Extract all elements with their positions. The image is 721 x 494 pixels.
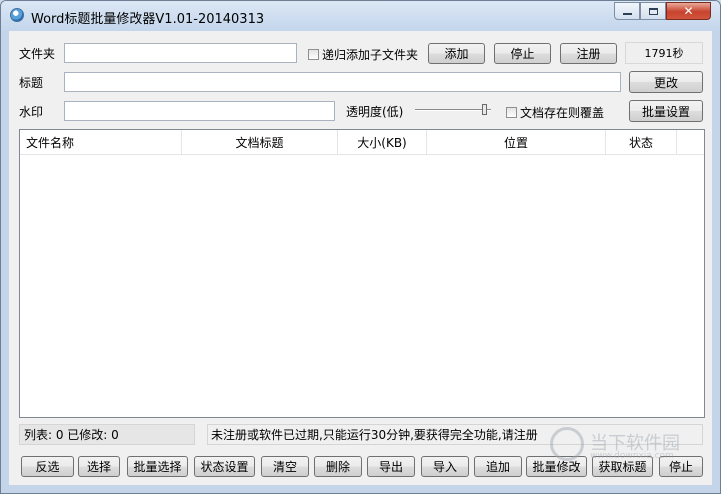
registration-message: 未注册或软件已过期,只能运行30分钟,要获得完全功能,请注册 (207, 424, 703, 445)
change-button[interactable]: 更改 (629, 71, 703, 93)
list-count-status: 列表: 0 已修改: 0 (19, 424, 195, 445)
append-button[interactable]: 追加 (474, 456, 522, 477)
stop-button[interactable]: 停止 (659, 456, 703, 477)
app-icon (10, 8, 24, 22)
main-panel: 文件夹 递归添加子文件夹 添加 停止 注册 1791秒 标题 更改 水印 透明度… (9, 31, 712, 485)
watermark-label: 水印 (19, 105, 44, 119)
overwrite-checkbox-box[interactable] (506, 107, 517, 118)
recursive-checkbox-label: 递归添加子文件夹 (322, 48, 419, 62)
column-header-size[interactable]: 大小(KB) (338, 130, 427, 154)
folder-input[interactable] (64, 43, 297, 63)
batch-modify-button[interactable]: 批量修改 (526, 456, 587, 477)
minimize-button[interactable] (614, 2, 640, 20)
minimize-icon (622, 13, 632, 15)
stop-scan-button[interactable]: 停止 (494, 43, 551, 64)
column-header-doc-title[interactable]: 文档标题 (182, 130, 338, 154)
folder-label: 文件夹 (19, 47, 56, 61)
import-button[interactable]: 导入 (421, 456, 469, 477)
register-button[interactable]: 注册 (560, 43, 617, 64)
opacity-slider[interactable] (415, 100, 491, 120)
export-button[interactable]: 导出 (367, 456, 415, 477)
column-header-status[interactable]: 状态 (606, 130, 677, 154)
recursive-checkbox-box[interactable] (308, 49, 319, 60)
clear-button[interactable]: 清空 (261, 456, 309, 477)
column-header-filler (677, 130, 704, 154)
title-bar[interactable]: Word标题批量修改器V1.01-20140313 ✕ (1, 1, 720, 31)
title-input[interactable] (64, 72, 621, 92)
recursive-checkbox[interactable]: 递归添加子文件夹 (308, 46, 418, 63)
overwrite-checkbox[interactable]: 文档存在则覆盖 (506, 104, 604, 121)
close-icon: ✕ (683, 4, 694, 18)
opacity-slider-thumb[interactable] (482, 104, 487, 115)
file-list[interactable]: 文件名称 文档标题 大小(KB) 位置 状态 (19, 129, 705, 418)
title-label: 标题 (19, 76, 44, 90)
delete-button[interactable]: 删除 (314, 456, 362, 477)
watermark-input[interactable] (64, 101, 335, 121)
invert-selection-button[interactable]: 反选 (21, 456, 74, 477)
column-header-filename[interactable]: 文件名称 (20, 130, 182, 154)
close-button[interactable]: ✕ (666, 2, 711, 20)
get-title-button[interactable]: 获取标题 (592, 456, 653, 477)
overwrite-checkbox-label: 文档存在则覆盖 (520, 106, 605, 120)
batch-select-button[interactable]: 批量选择 (127, 456, 188, 477)
add-button[interactable]: 添加 (428, 43, 485, 64)
maximize-button[interactable] (640, 2, 666, 20)
file-list-header: 文件名称 文档标题 大小(KB) 位置 状态 (20, 130, 704, 155)
opacity-slider-track (415, 109, 491, 111)
opacity-label: 透明度(低) (346, 105, 404, 119)
batch-settings-button[interactable]: 批量设置 (629, 100, 703, 122)
maximize-icon (648, 7, 658, 15)
status-settings-button[interactable]: 状态设置 (194, 456, 255, 477)
app-window: Word标题批量修改器V1.01-20140313 ✕ 文件夹 递归添加子文件夹… (0, 0, 721, 494)
timer-display: 1791秒 (625, 42, 703, 64)
window-title: Word标题批量修改器V1.01-20140313 (31, 12, 265, 27)
column-header-location[interactable]: 位置 (427, 130, 606, 154)
select-button[interactable]: 选择 (78, 456, 120, 477)
